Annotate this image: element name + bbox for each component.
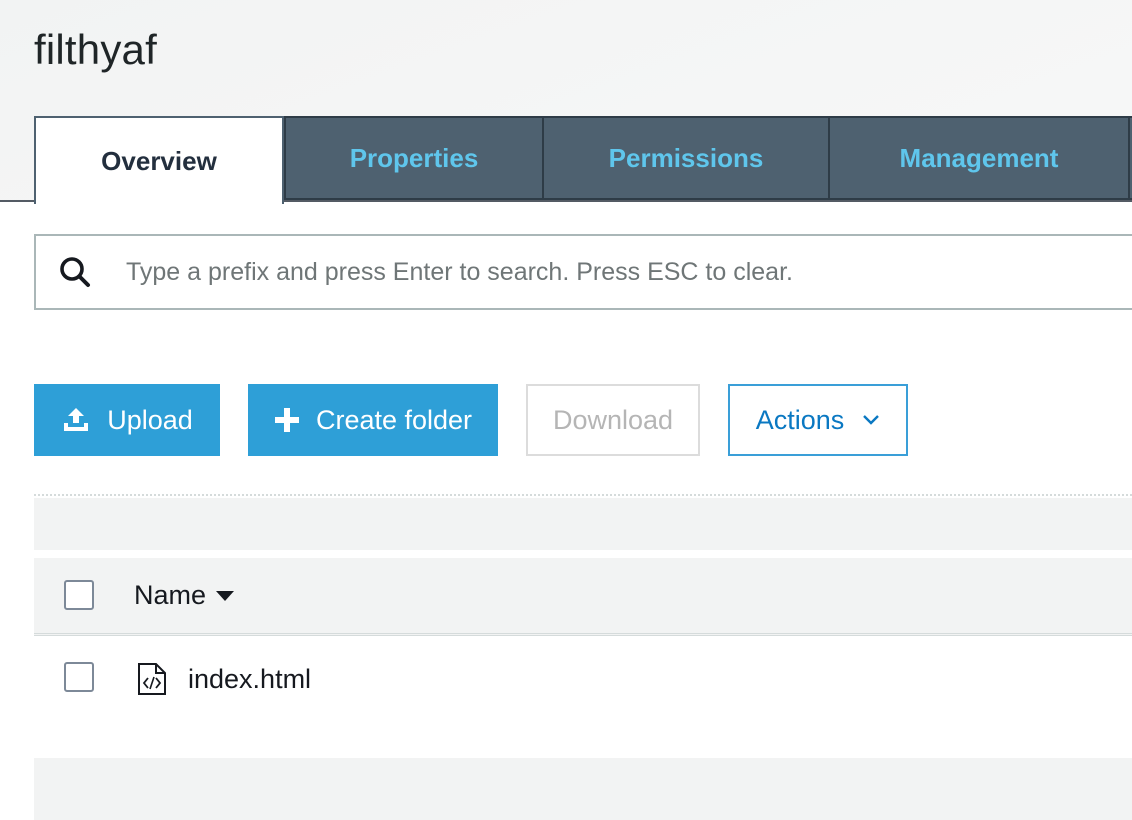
name-column-label: Name	[134, 580, 207, 610]
plus-icon	[274, 407, 300, 433]
actions-label: Actions	[755, 404, 845, 435]
s3-bucket-overview-page: filthyaf Overview Properties Permissions…	[0, 0, 1132, 820]
tab-management[interactable]: Management	[828, 116, 1130, 200]
search-box	[34, 234, 1132, 310]
table-header-row: Name	[34, 558, 1132, 636]
name-column-header[interactable]: Name	[134, 580, 235, 611]
tab-properties[interactable]: Properties	[284, 116, 544, 200]
toolbar-divider	[34, 494, 1132, 496]
upload-label: Upload	[107, 404, 193, 435]
table-row[interactable]: index.html	[34, 640, 1132, 720]
tab-overview[interactable]: Overview	[34, 116, 284, 204]
tab-label: Management	[899, 142, 1059, 173]
upload-button[interactable]: Upload	[34, 384, 220, 456]
tab-bar: Overview Properties Permissions Manageme…	[0, 116, 1132, 204]
table-bottom-band	[34, 758, 1132, 820]
upload-icon	[61, 406, 91, 434]
download-button[interactable]: Download	[526, 384, 700, 456]
select-all-checkbox[interactable]	[64, 580, 94, 610]
file-name-link[interactable]: index.html	[188, 664, 311, 695]
create-folder-button[interactable]: Create folder	[248, 384, 498, 456]
tab-label: Overview	[101, 145, 217, 176]
actions-dropdown-button[interactable]: Actions	[728, 384, 908, 456]
chevron-down-icon	[862, 414, 880, 426]
bucket-title: filthyaf	[34, 26, 157, 73]
tab-overflow[interactable]	[1128, 116, 1132, 200]
row-checkbox[interactable]	[64, 662, 94, 692]
tab-label: Properties	[349, 142, 479, 173]
download-label: Download	[552, 404, 674, 435]
create-folder-label: Create folder	[315, 404, 473, 435]
tab-permissions[interactable]: Permissions	[542, 116, 830, 200]
search-input[interactable]	[124, 256, 1132, 288]
sort-caret-down-icon	[216, 590, 235, 601]
html-file-icon	[138, 663, 166, 695]
tab-label: Permissions	[608, 142, 764, 173]
search-icon	[60, 257, 90, 287]
table-top-band	[34, 498, 1132, 550]
